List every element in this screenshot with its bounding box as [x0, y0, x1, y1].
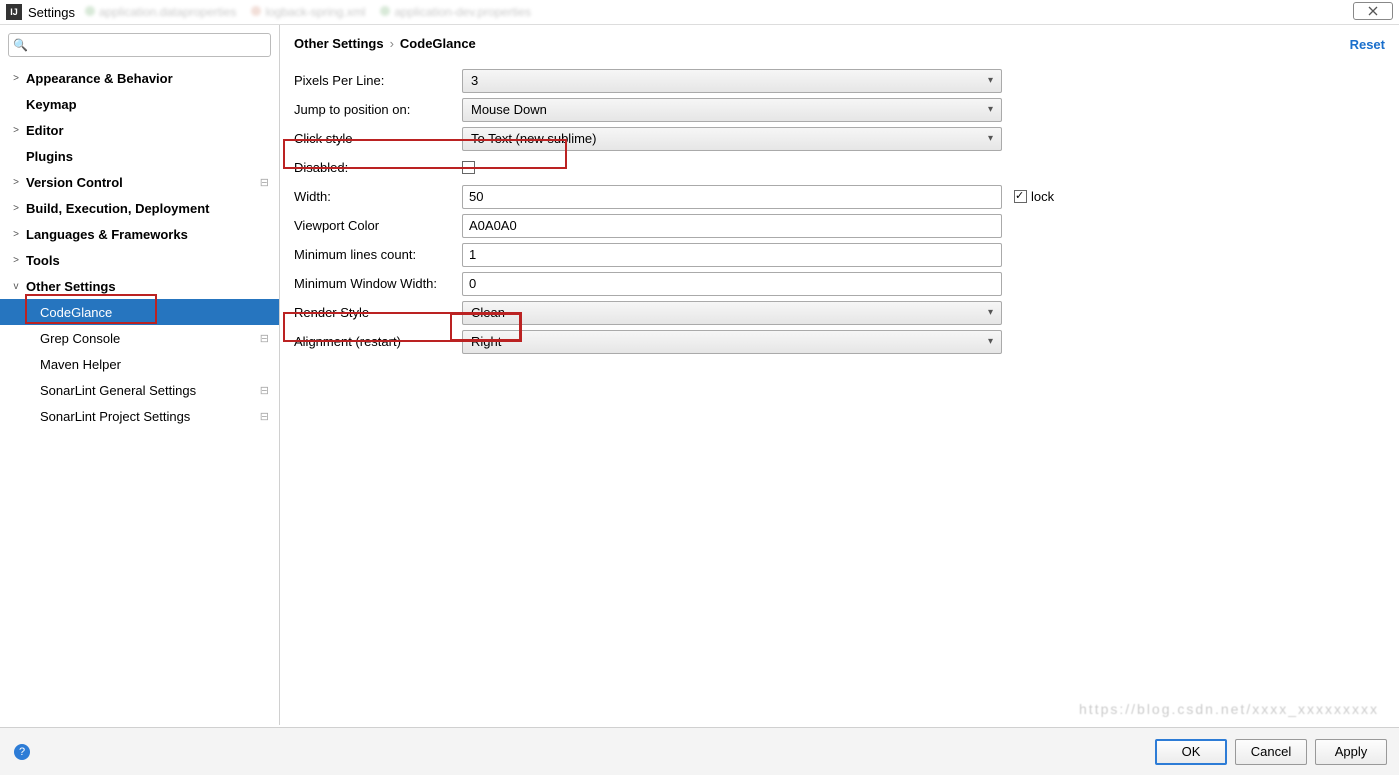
- search-input[interactable]: [8, 33, 271, 57]
- window-title: Settings: [28, 5, 75, 20]
- tree-item-sonarlint-project[interactable]: SonarLint Project Settings⊟: [0, 403, 279, 429]
- apply-button[interactable]: Apply: [1315, 739, 1387, 765]
- settings-tree: >Appearance & Behavior Keymap >Editor Pl…: [0, 65, 279, 725]
- tree-item-tools[interactable]: >Tools: [0, 247, 279, 273]
- click-style-dropdown[interactable]: To Text (new sublime)▾: [462, 127, 1002, 151]
- tree-item-lang[interactable]: >Languages & Frameworks: [0, 221, 279, 247]
- pixels-per-line-label: Pixels Per Line:: [294, 73, 462, 88]
- pixels-per-line-dropdown[interactable]: 3▾: [462, 69, 1002, 93]
- jump-to-label: Jump to position on:: [294, 102, 462, 117]
- app-logo-icon: IJ: [6, 4, 22, 20]
- help-button[interactable]: ?: [14, 744, 30, 760]
- tree-item-keymap[interactable]: Keymap: [0, 91, 279, 117]
- breadcrumb: Other Settings›CodeGlance: [294, 35, 1385, 52]
- tree-item-build[interactable]: >Build, Execution, Deployment: [0, 195, 279, 221]
- reset-link[interactable]: Reset: [1350, 37, 1385, 52]
- footer-bar: ? OK Cancel Apply: [0, 727, 1399, 775]
- chevron-down-icon: ▾: [988, 307, 993, 318]
- tree-item-editor[interactable]: >Editor: [0, 117, 279, 143]
- disabled-checkbox[interactable]: [462, 161, 475, 174]
- chevron-down-icon: ▾: [988, 133, 993, 144]
- tree-item-vcs[interactable]: >Version Control⊟: [0, 169, 279, 195]
- viewport-color-label: Viewport Color: [294, 218, 462, 233]
- width-input[interactable]: [462, 185, 1002, 209]
- gear-icon: ⊟: [260, 332, 269, 345]
- ok-button[interactable]: OK: [1155, 739, 1227, 765]
- tree-item-plugins[interactable]: Plugins: [0, 143, 279, 169]
- lock-checkbox[interactable]: [1014, 190, 1027, 203]
- gear-icon: ⊟: [260, 384, 269, 397]
- alignment-label: Alignment (restart): [294, 334, 462, 349]
- tree-item-other[interactable]: vOther Settings: [0, 273, 279, 299]
- viewport-color-input[interactable]: [462, 214, 1002, 238]
- lock-checkbox-wrap[interactable]: lock: [1014, 189, 1054, 204]
- jump-to-dropdown[interactable]: Mouse Down▾: [462, 98, 1002, 122]
- title-bar: IJ Settings application.dataproperties l…: [0, 0, 1399, 25]
- tree-item-mavenhelper[interactable]: Maven Helper: [0, 351, 279, 377]
- search-wrapper: 🔍: [8, 33, 271, 57]
- chevron-down-icon: ▾: [988, 75, 993, 86]
- tree-item-codeglance[interactable]: CodeGlance: [0, 299, 279, 325]
- background-tabs: application.dataproperties logback-sprin…: [85, 0, 531, 24]
- tree-item-sonarlint-general[interactable]: SonarLint General Settings⊟: [0, 377, 279, 403]
- settings-sidebar: 🔍 >Appearance & Behavior Keymap >Editor …: [0, 25, 280, 725]
- min-win-width-input[interactable]: [462, 272, 1002, 296]
- click-style-label: Click style: [294, 131, 462, 146]
- width-label: Width:: [294, 189, 462, 204]
- tree-item-appearance[interactable]: >Appearance & Behavior: [0, 65, 279, 91]
- chevron-down-icon: ▾: [988, 336, 993, 347]
- chevron-down-icon: ▾: [988, 104, 993, 115]
- min-win-width-label: Minimum Window Width:: [294, 276, 462, 291]
- alignment-dropdown[interactable]: Right▾: [462, 330, 1002, 354]
- min-lines-label: Minimum lines count:: [294, 247, 462, 262]
- disabled-label: Disabled:: [294, 160, 462, 175]
- render-style-dropdown[interactable]: Clean▾: [462, 301, 1002, 325]
- gear-icon: ⊟: [260, 176, 269, 189]
- tree-item-grepconsole[interactable]: Grep Console⊟: [0, 325, 279, 351]
- main-panel: Other Settings›CodeGlance Reset Pixels P…: [280, 25, 1399, 725]
- min-lines-input[interactable]: [462, 243, 1002, 267]
- cancel-button[interactable]: Cancel: [1235, 739, 1307, 765]
- close-button[interactable]: [1353, 2, 1393, 20]
- gear-icon: ⊟: [260, 410, 269, 423]
- search-icon: 🔍: [13, 38, 28, 52]
- render-style-label: Render Style: [294, 305, 462, 320]
- watermark: https://blog.csdn.net/xxxx_xxxxxxxxx: [1079, 701, 1379, 717]
